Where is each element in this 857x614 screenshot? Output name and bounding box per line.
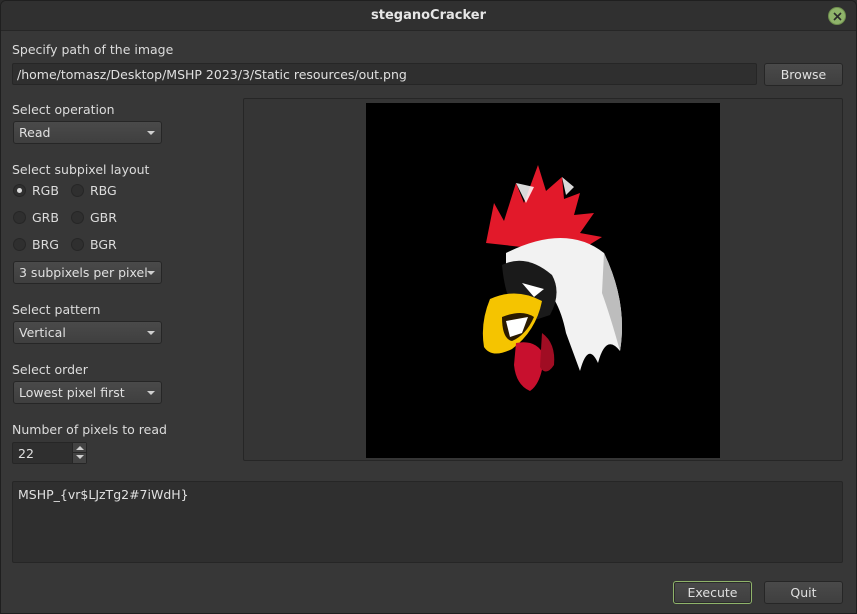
radio-gbr[interactable]: GBR	[71, 210, 117, 225]
radio-label: GRB	[32, 210, 59, 225]
rooster-image	[366, 103, 720, 458]
chevron-down-icon	[147, 331, 155, 335]
pixels-value: 22	[18, 446, 34, 461]
chevron-down-icon	[147, 391, 155, 395]
title-bar[interactable]: steganoCracker	[1, 1, 856, 31]
radio-label: RBG	[90, 183, 117, 198]
radio-unchecked-icon	[71, 238, 84, 251]
browse-button[interactable]: Browse	[764, 63, 843, 86]
operation-select[interactable]: Read	[13, 121, 162, 144]
app-window: steganoCracker Specify path of the image…	[0, 0, 857, 614]
order-label: Select order	[12, 362, 88, 377]
order-select[interactable]: Lowest pixel first	[13, 381, 162, 404]
radio-label: BGR	[90, 237, 117, 252]
radio-brg[interactable]: BRG	[13, 237, 59, 252]
chevron-down-icon	[147, 131, 155, 135]
image-path-input[interactable]: /home/tomasz/Desktop/MSHP 2023/3/Static …	[12, 63, 757, 85]
window-title: steganoCracker	[371, 8, 486, 23]
radio-checked-icon	[13, 184, 26, 197]
radio-label: BRG	[32, 237, 59, 252]
operation-select-value: Read	[19, 125, 51, 140]
pixels-label: Number of pixels to read	[12, 422, 167, 437]
order-select-value: Lowest pixel first	[19, 385, 125, 400]
pattern-select-value: Vertical	[19, 325, 66, 340]
output-textarea[interactable]: MSHP_{vr$LJzTg2#7iWdH}	[12, 481, 843, 563]
radio-rgb[interactable]: RGB	[13, 183, 59, 198]
radio-rbg[interactable]: RBG	[71, 183, 117, 198]
radio-unchecked-icon	[71, 211, 84, 224]
pattern-select[interactable]: Vertical	[13, 321, 162, 344]
radio-label: GBR	[90, 210, 117, 225]
radio-bgr[interactable]: BGR	[71, 237, 117, 252]
radio-unchecked-icon	[13, 238, 26, 251]
chevron-down-icon	[147, 271, 155, 275]
operation-label: Select operation	[12, 102, 115, 117]
pixels-spinbox[interactable]: 22	[12, 442, 87, 464]
radio-grb[interactable]: GRB	[13, 210, 59, 225]
spin-down-icon[interactable]	[72, 453, 86, 463]
preview-image	[366, 103, 720, 458]
subpixels-per-pixel-value: 3 subpixels per pixel	[19, 265, 148, 280]
radio-unchecked-icon	[13, 211, 26, 224]
pattern-label: Select pattern	[12, 302, 101, 317]
subpixels-per-pixel-select[interactable]: 3 subpixels per pixel	[13, 261, 162, 284]
execute-button[interactable]: Execute	[673, 581, 752, 604]
spin-up-icon[interactable]	[72, 443, 86, 453]
path-label: Specify path of the image	[12, 42, 174, 57]
subpixel-label: Select subpixel layout	[12, 162, 150, 177]
quit-button[interactable]: Quit	[764, 581, 843, 604]
radio-label: RGB	[32, 183, 59, 198]
close-icon[interactable]	[828, 7, 846, 25]
radio-unchecked-icon	[71, 184, 84, 197]
